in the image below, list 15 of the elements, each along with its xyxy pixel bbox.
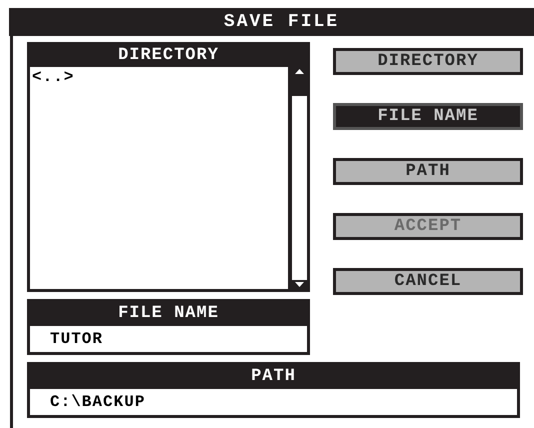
directory-list[interactable]: <..>: [30, 67, 288, 289]
window-title: SAVE FILE: [9, 8, 534, 36]
directory-item[interactable]: <..>: [32, 67, 74, 87]
panel-title: FILE NAME: [117, 303, 220, 325]
menu-button[interactable]: FILE NAME: [333, 103, 523, 130]
menu-button[interactable]: DIRECTORY: [333, 48, 523, 75]
scroll-thumb[interactable]: [292, 76, 307, 96]
menu-button[interactable]: CANCEL: [333, 268, 523, 295]
scrollbar[interactable]: [289, 67, 307, 289]
panel-title: PATH: [250, 366, 297, 388]
path-field[interactable]: C:\BACKUP: [30, 389, 517, 415]
file-name-field[interactable]: TUTOR: [30, 326, 307, 352]
menu-button[interactable]: PATH: [333, 158, 523, 185]
panel-title: DIRECTORY: [117, 45, 220, 67]
scroll-down-icon[interactable]: [292, 280, 307, 289]
